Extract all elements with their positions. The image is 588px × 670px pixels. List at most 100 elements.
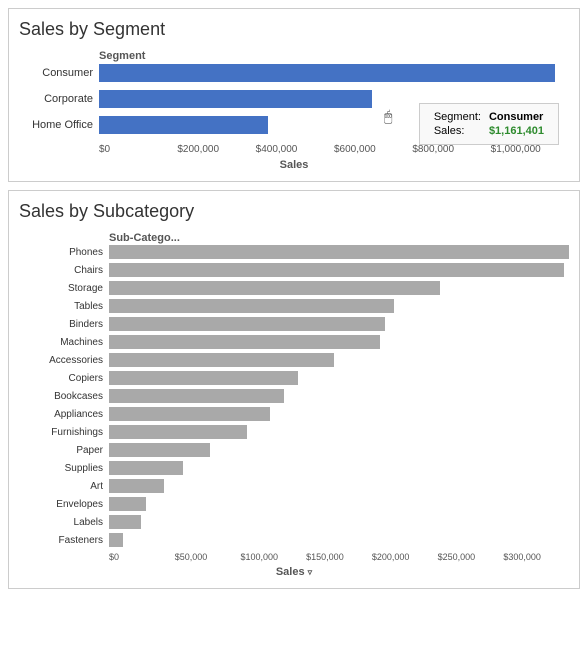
tooltip-sales-label: Sales: <box>430 124 485 138</box>
segment-chart: Segment Consumer Corporate Home Office $… <box>19 48 569 171</box>
segment-bar-consumer <box>99 64 555 82</box>
segment-label-homeoffice: Home Office <box>19 119 99 131</box>
subcat-bar-row-appliances: Appliances <box>19 406 569 422</box>
segment-bar-row-consumer: Consumer <box>19 62 569 84</box>
subcat-x-tick-150k: $150,000 <box>306 552 372 562</box>
sort-icon[interactable]: ▿ <box>308 567 313 577</box>
subcat-bar-row-furnishings: Furnishings <box>19 424 569 440</box>
subcat-bar-copiers <box>109 371 298 385</box>
subcat-bar-area-furnishings[interactable] <box>109 424 569 440</box>
subcat-label-fasteners: Fasteners <box>19 535 109 546</box>
subcat-bar-row-storage: Storage <box>19 280 569 296</box>
subcat-bar-machines <box>109 335 380 349</box>
subcat-bar-art <box>109 479 164 493</box>
segment-chart-title: Sales by Segment <box>19 19 569 40</box>
tooltip-segment-label: Segment: <box>430 110 485 124</box>
subcat-bar-area-paper[interactable] <box>109 442 569 458</box>
subcat-bar-storage <box>109 281 440 295</box>
tooltip-segment-value: Consumer <box>485 110 548 124</box>
subcat-bar-area-bookcases[interactable] <box>109 388 569 404</box>
tooltip-sales-value: $1,161,401 <box>485 124 548 138</box>
subcategory-chart-container: Sales by Subcategory Sub-Catego... Phone… <box>8 190 580 589</box>
subcat-bar-row-labels: Labels <box>19 514 569 530</box>
subcat-bar-area-chairs[interactable] <box>109 262 569 278</box>
subcat-x-tick-0: $0 <box>109 552 175 562</box>
subcat-bar-furnishings <box>109 425 247 439</box>
subcat-bar-row-accessories: Accessories <box>19 352 569 368</box>
subcat-label-phones: Phones <box>19 247 109 258</box>
subcat-bar-row-supplies: Supplies <box>19 460 569 476</box>
subcat-label-tables: Tables <box>19 301 109 312</box>
subcat-bar-area-appliances[interactable] <box>109 406 569 422</box>
segment-bar-area-consumer[interactable] <box>99 62 569 84</box>
subcat-bar-bookcases <box>109 389 284 403</box>
subcat-bar-chairs <box>109 263 564 277</box>
subcat-bar-area-copiers[interactable] <box>109 370 569 386</box>
subcat-bar-area-accessories[interactable] <box>109 352 569 368</box>
segment-label-corporate: Corporate <box>19 93 99 105</box>
subcat-bar-paper <box>109 443 210 457</box>
subcat-bar-labels <box>109 515 141 529</box>
subcat-bar-area-storage[interactable] <box>109 280 569 296</box>
subcat-label-supplies: Supplies <box>19 463 109 474</box>
subcat-bar-row-fasteners: Fasteners <box>19 532 569 548</box>
subcat-x-tick-200k: $200,000 <box>372 552 438 562</box>
subcat-label-appliances: Appliances <box>19 409 109 420</box>
subcat-bar-appliances <box>109 407 270 421</box>
subcat-bar-row-envelopes: Envelopes <box>19 496 569 512</box>
subcat-bar-row-phones: Phones <box>19 244 569 260</box>
subcat-bar-row-chairs: Chairs <box>19 262 569 278</box>
segment-bar-homeoffice <box>99 116 268 134</box>
subcat-label-bookcases: Bookcases <box>19 391 109 402</box>
subcat-label-furnishings: Furnishings <box>19 427 109 438</box>
subcat-bar-tables <box>109 299 394 313</box>
subcat-bar-area-art[interactable] <box>109 478 569 494</box>
subcat-x-tick-250k: $250,000 <box>438 552 504 562</box>
segment-x-axis-title: Sales <box>19 159 569 171</box>
segment-x-tick-600k: $600,000 <box>334 144 412 155</box>
subcat-bar-accessories <box>109 353 334 367</box>
subcat-bar-row-paper: Paper <box>19 442 569 458</box>
subcat-bar-phones <box>109 245 569 259</box>
subcat-bar-row-art: Art <box>19 478 569 494</box>
subcat-x-axis: $0 $50,000 $100,000 $150,000 $200,000 $2… <box>109 550 569 562</box>
subcat-label-machines: Machines <box>19 337 109 348</box>
segment-x-tick-200k: $200,000 <box>177 144 255 155</box>
subcat-label-labels: Labels <box>19 517 109 528</box>
subcat-x-tick-300k: $300,000 <box>503 552 569 562</box>
subcategory-chart: Sub-Catego... Phones Chairs Storage Tabl… <box>19 230 569 578</box>
subcat-bar-row-tables: Tables <box>19 298 569 314</box>
subcat-bar-row-binders: Binders <box>19 316 569 332</box>
subcat-label-binders: Binders <box>19 319 109 330</box>
subcat-bar-area-phones[interactable] <box>109 244 569 260</box>
subcat-bar-row-bookcases: Bookcases <box>19 388 569 404</box>
subcat-bar-area-tables[interactable] <box>109 298 569 314</box>
subcat-x-tick-50k: $50,000 <box>175 552 241 562</box>
subcat-bar-area-labels[interactable] <box>109 514 569 530</box>
segment-chart-container: Sales by Segment Segment Consumer Corpor… <box>8 8 580 182</box>
subcat-bar-supplies <box>109 461 183 475</box>
subcat-bar-row-copiers: Copiers <box>19 370 569 386</box>
subcat-bar-area-fasteners[interactable] <box>109 532 569 548</box>
subcat-bar-fasteners <box>109 533 123 547</box>
subcat-label-accessories: Accessories <box>19 355 109 366</box>
segment-x-tick-0: $0 <box>99 144 177 155</box>
subcategory-chart-title: Sales by Subcategory <box>19 201 569 222</box>
subcat-x-tick-100k: $100,000 <box>240 552 306 562</box>
subcat-bar-area-binders[interactable] <box>109 316 569 332</box>
subcat-label-copiers: Copiers <box>19 373 109 384</box>
subcat-bar-row-machines: Machines <box>19 334 569 350</box>
subcat-label-envelopes: Envelopes <box>19 499 109 510</box>
subcat-label-paper: Paper <box>19 445 109 456</box>
subcat-bar-area-supplies[interactable] <box>109 460 569 476</box>
subcat-x-axis-title: Sales ▿ <box>19 566 569 578</box>
segment-x-tick-1m: $1,000,000 <box>491 144 569 155</box>
subcat-bar-envelopes <box>109 497 146 511</box>
subcat-label-storage: Storage <box>19 283 109 294</box>
segment-axis-label: Segment <box>99 50 145 62</box>
subcat-bar-area-machines[interactable] <box>109 334 569 350</box>
segment-tooltip: Segment: Consumer Sales: $1,161,401 <box>419 103 559 145</box>
segment-x-tick-400k: $400,000 <box>256 144 334 155</box>
subcat-bar-area-envelopes[interactable] <box>109 496 569 512</box>
subcat-axis-label: Sub-Catego... <box>109 232 180 244</box>
